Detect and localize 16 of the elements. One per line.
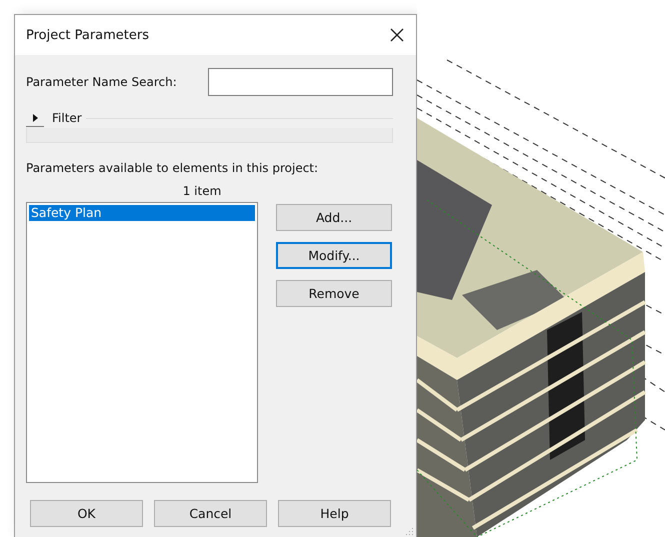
filter-label: Filter <box>52 111 82 125</box>
expander-icon <box>31 114 39 122</box>
search-label: Parameter Name Search: <box>26 75 177 89</box>
list-caption: Parameters available to elements in this project: <box>26 161 320 175</box>
item-count: 1 item <box>182 184 222 198</box>
dialog-button[interactable]: Cancel <box>154 500 267 527</box>
window-title: Project Parameters <box>26 28 150 42</box>
dialog-button[interactable]: OK <box>30 500 143 527</box>
action-button[interactable]: Remove <box>276 280 392 307</box>
close-icon[interactable] <box>390 28 404 42</box>
action-button[interactable]: Add... <box>276 204 392 231</box>
resize-grip-icon[interactable] <box>406 527 414 535</box>
action-button[interactable]: Modify... <box>276 242 392 269</box>
list-item[interactable]: Safety Plan <box>29 205 255 221</box>
dialog-button[interactable]: Help <box>278 500 391 527</box>
search-field[interactable] <box>208 68 393 96</box>
